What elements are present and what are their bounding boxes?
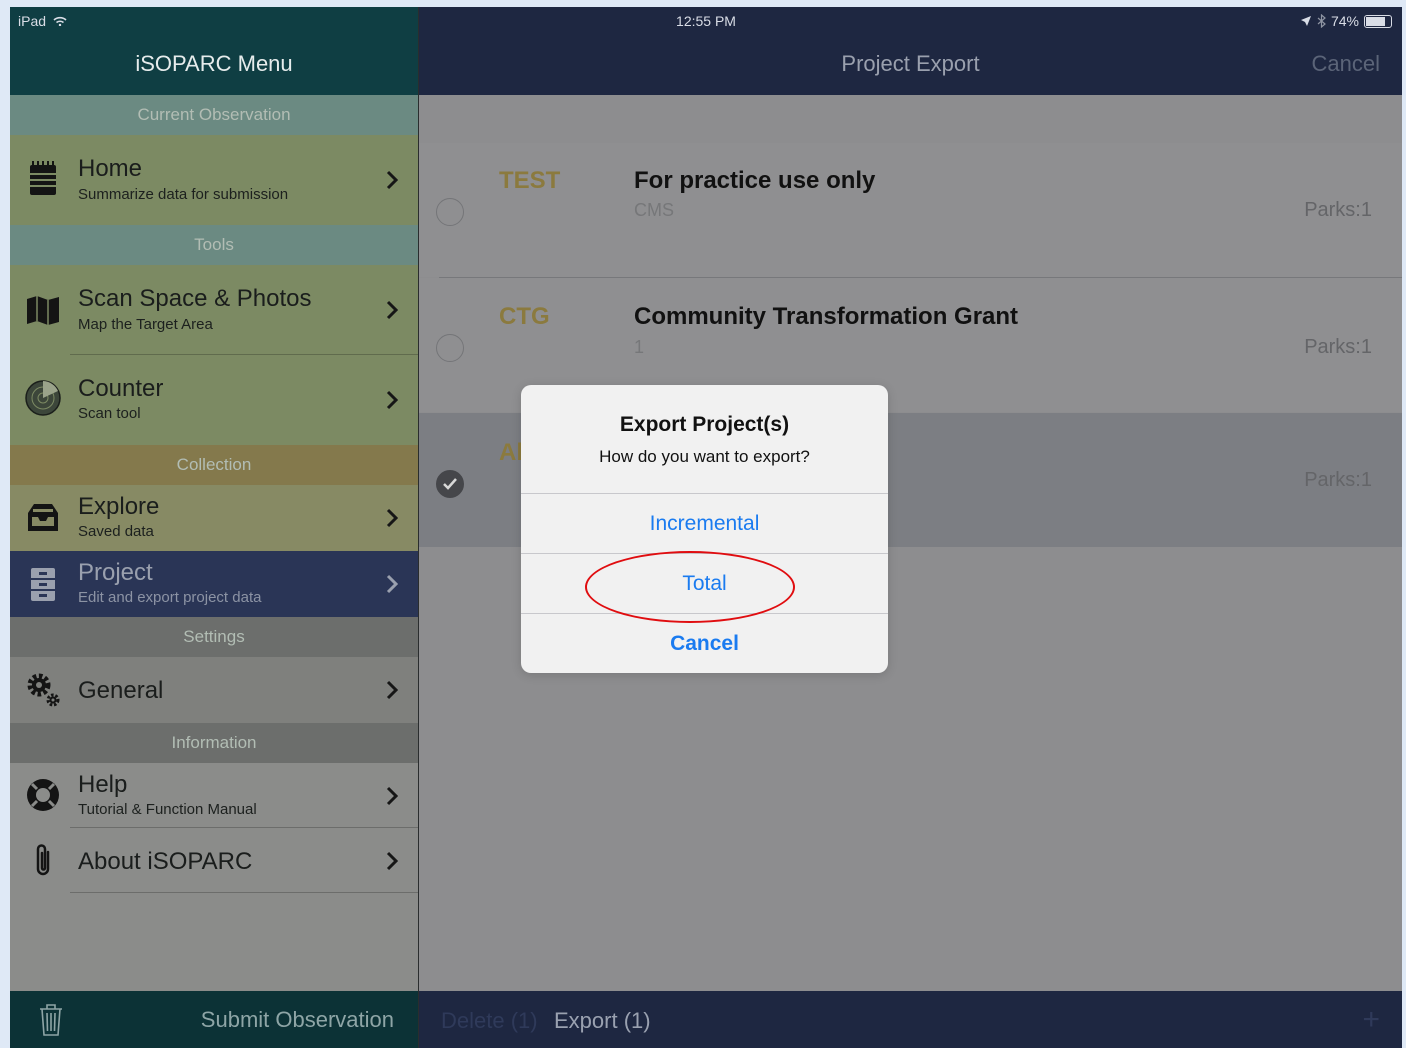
chevron-right-icon (386, 851, 398, 871)
project-code: CTG (499, 303, 550, 330)
section-information: Information (10, 723, 418, 763)
alert-message: How do you want to export? (599, 447, 810, 466)
section-tools: Tools (10, 225, 418, 265)
sidebar-item-sublabel: Saved data (78, 523, 154, 540)
sidebar-item-counter[interactable]: Counter Scan tool (10, 355, 418, 445)
alert-title: Export Project(s) (619, 413, 790, 436)
sidebar-information-group: Help Tutorial & Function Manual About iS… (10, 763, 418, 991)
sidebar-item-home[interactable]: Home Summarize data for submission (10, 135, 418, 225)
section-current-observation: Current Observation (10, 95, 418, 135)
submit-observation-button[interactable]: Submit Observation (201, 1007, 394, 1033)
battery-icon (1364, 14, 1392, 28)
chevron-right-icon (386, 170, 398, 190)
project-parks-count: Parks:1 (1304, 469, 1372, 491)
sidebar-item-explore[interactable]: Explore Saved data (10, 485, 418, 551)
sidebar-item-label: Help (78, 771, 128, 798)
gears-icon (27, 673, 60, 707)
sidebar-item-label: Scan Space & Photos (78, 285, 312, 312)
map-icon (27, 296, 59, 325)
bluetooth-icon (1317, 14, 1326, 28)
sidebar-item-sublabel: Tutorial & Function Manual (78, 801, 257, 818)
project-name: For practice use only (634, 167, 876, 194)
status-indicators: 74% (1300, 7, 1392, 35)
project-parks-count: Parks:1 (1304, 336, 1372, 358)
sidebar-item-label: General (78, 677, 164, 704)
project-subtitle: 1 (634, 337, 645, 357)
chevron-right-icon (386, 390, 398, 410)
incremental-button[interactable]: Incremental (521, 494, 888, 553)
sidebar-item-help[interactable]: Help Tutorial & Function Manual (10, 763, 418, 828)
sidebar-title: iSOPARC Menu (135, 51, 293, 76)
status-time: 12:55 PM (676, 13, 736, 29)
export-alert-dialog: Export Project(s) How do you want to exp… (521, 385, 888, 673)
cabinet-icon (31, 568, 55, 601)
sidebar-item-sublabel: Scan tool (78, 405, 141, 422)
sidebar-item-label: Home (78, 155, 143, 182)
alert-cancel-button[interactable]: Cancel (521, 614, 888, 673)
submit-observation-bar: Submit Observation (10, 991, 418, 1048)
bottom-toolbar: Delete (1) Export (1) + (419, 991, 1402, 1048)
project-parks-count: Parks:1 (1304, 199, 1372, 221)
sidebar-item-about[interactable]: About iSOPARC (10, 828, 418, 893)
paperclip-icon (36, 844, 50, 876)
project-subtitle: CMS (634, 200, 674, 220)
checkmark-circle-icon[interactable] (436, 470, 464, 498)
ipad-screen: iSOPARC Menu Current Observation Home Su… (10, 7, 1402, 1048)
section-collection: Collection (10, 445, 418, 485)
checkmark-icon (443, 478, 457, 490)
chevron-right-icon (386, 508, 398, 528)
sidebar-item-scan-space[interactable]: Scan Space & Photos Map the Target Area (10, 265, 418, 355)
radar-icon (25, 380, 61, 416)
sidebar-item-sublabel: Map the Target Area (78, 316, 213, 333)
sidebar-item-sublabel: Summarize data for submission (78, 186, 289, 203)
chevron-right-icon (386, 680, 398, 700)
radio-unchecked-icon[interactable] (436, 334, 464, 362)
project-name: Community Transformation Grant (634, 303, 1019, 330)
chevron-right-icon (386, 300, 398, 320)
menu-divider (70, 892, 418, 893)
sidebar-tools-group: Scan Space & Photos Map the Target Area … (10, 265, 418, 447)
radio-unchecked-icon[interactable] (436, 198, 464, 226)
location-arrow-icon (1300, 16, 1311, 26)
sidebar-item-general[interactable]: General (10, 657, 418, 723)
add-icon[interactable]: + (1362, 1003, 1380, 1037)
total-button[interactable]: Total (521, 554, 888, 613)
sidebar-item-label: Explore (78, 493, 160, 520)
project-code: TEST (499, 167, 561, 194)
battery-percent: 74% (1330, 13, 1359, 29)
chevron-right-icon (386, 786, 398, 806)
nav-cancel-button[interactable]: Cancel (1312, 51, 1380, 77)
sidebar-menu: iSOPARC Menu Current Observation Home Su… (10, 7, 419, 1048)
delete-button[interactable]: Delete (1) (441, 1008, 538, 1034)
project-code: Al (499, 439, 523, 466)
notepad-icon (30, 161, 56, 195)
chevron-right-icon (386, 574, 398, 594)
sidebar-item-sublabel: Edit and export project data (78, 589, 262, 606)
export-button[interactable]: Export (1) (554, 1008, 651, 1034)
sidebar-item-label: About iSOPARC (78, 848, 253, 875)
inbox-icon (28, 504, 58, 531)
lifebuoy-icon (27, 779, 59, 811)
sidebar-item-label: Project (78, 559, 153, 586)
page-title: Project Export (841, 51, 980, 76)
project-row[interactable]: TEST For practice use only CMS Parks:1 (419, 143, 1402, 277)
trash-icon[interactable] (38, 1003, 64, 1037)
section-settings: Settings (10, 617, 418, 657)
sidebar-item-project[interactable]: Project Edit and export project data (10, 551, 418, 617)
sidebar-item-label: Counter (78, 375, 164, 402)
